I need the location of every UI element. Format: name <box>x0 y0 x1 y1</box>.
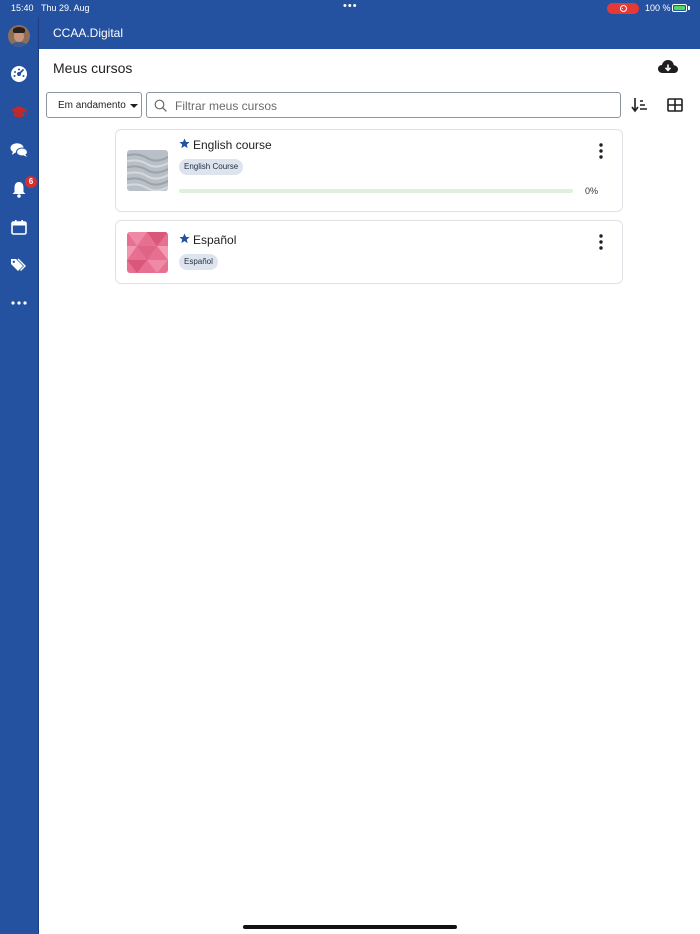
download-button[interactable] <box>657 58 679 76</box>
status-bar: 15:40 Thu 29. Aug ••• 100 % <box>0 0 700 17</box>
course-thumbnail[interactable] <box>127 232 168 273</box>
sort-icon <box>631 98 647 113</box>
star-icon[interactable] <box>179 233 190 244</box>
course-title[interactable]: Español <box>193 233 236 247</box>
course-title[interactable]: English course <box>193 138 272 152</box>
more-vertical-icon <box>599 143 603 159</box>
cloud-download-icon <box>658 60 678 73</box>
notification-badge: 6 <box>25 176 37 188</box>
site-title: CCAA.Digital <box>53 26 124 40</box>
status-filter-value: Em andamento <box>58 100 126 111</box>
course-card[interactable]: English course English Course 0% <box>115 129 623 212</box>
sidebar-item-dashboard[interactable] <box>0 59 38 89</box>
home-indicator[interactable] <box>243 925 457 929</box>
chat-icon <box>10 143 28 157</box>
battery-percent: 100 % <box>645 3 671 13</box>
star-icon[interactable] <box>179 138 190 149</box>
screen-recording-icon <box>607 3 639 14</box>
grid-icon <box>667 98 683 112</box>
sidebar-item-courses[interactable] <box>0 97 38 127</box>
app-frame: 15:40 Thu 29. Aug ••• 100 % 6 CCAA.Digit… <box>0 0 700 934</box>
status-date: Thu 29. Aug <box>41 3 90 13</box>
sidebar-item-more[interactable] <box>0 288 38 318</box>
status-time: 15:40 <box>11 3 34 13</box>
tags-icon <box>11 258 26 271</box>
avatar[interactable] <box>8 25 30 47</box>
sort-button[interactable] <box>631 97 649 113</box>
course-card[interactable]: Español Español <box>115 220 623 284</box>
search-input[interactable] <box>173 96 617 116</box>
battery-icon <box>672 4 687 12</box>
sidebar: 6 <box>0 17 39 934</box>
sidebar-item-messages[interactable] <box>0 135 38 165</box>
course-progress-label: 0% <box>585 186 599 196</box>
view-toggle-button[interactable] <box>667 98 683 112</box>
course-menu-button[interactable] <box>594 142 608 160</box>
course-menu-button[interactable] <box>594 233 608 251</box>
course-category-badge: English Course <box>179 159 244 175</box>
page-title: Meus cursos <box>53 60 133 76</box>
search-field[interactable] <box>146 92 621 118</box>
search-icon <box>154 99 167 112</box>
more-icon <box>11 301 27 305</box>
status-filter-select[interactable]: Em andamento <box>46 92 142 118</box>
sidebar-item-calendar[interactable] <box>0 212 38 242</box>
chevron-down-icon <box>130 104 138 108</box>
graduation-cap-icon <box>11 106 27 118</box>
multitasking-dots-icon[interactable]: ••• <box>343 0 358 12</box>
course-progress-bar <box>179 189 573 193</box>
course-thumbnail[interactable] <box>127 150 168 191</box>
more-vertical-icon <box>599 234 603 250</box>
calendar-icon <box>11 220 27 235</box>
dashboard-icon <box>11 66 27 82</box>
sidebar-item-tags[interactable] <box>0 250 38 280</box>
course-category-badge: Español <box>179 254 218 270</box>
app-header: CCAA.Digital <box>39 17 700 49</box>
